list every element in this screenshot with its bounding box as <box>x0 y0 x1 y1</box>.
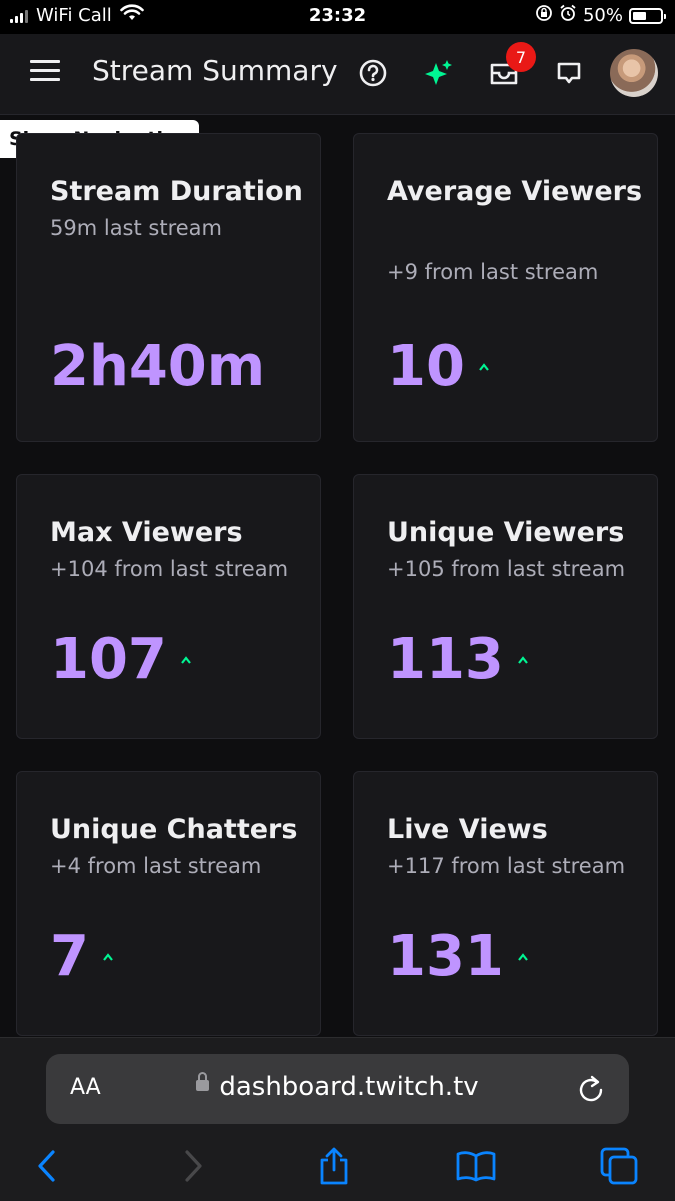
card-unique-chatters: Unique Chatters +4 from last stream 7 <box>16 771 321 1036</box>
card-value: 131 <box>387 924 528 989</box>
trend-up-icon <box>518 952 528 961</box>
trend-up-icon <box>518 655 528 664</box>
url-text: dashboard.twitch.tv <box>219 1072 479 1102</box>
card-live-views: Live Views +117 from last stream 131 <box>353 771 658 1036</box>
card-max-viewers: Max Viewers +104 from last stream 107 <box>16 474 321 739</box>
forward-icon[interactable] <box>171 1144 215 1188</box>
card-stream-duration: Stream Duration 59m last stream 2h40m <box>16 133 321 442</box>
card-value: 7 <box>50 924 113 989</box>
card-value-text: 113 <box>387 627 504 692</box>
url-display[interactable]: dashboard.twitch.tv <box>46 1072 629 1102</box>
card-value-text: 10 <box>387 334 465 399</box>
card-title: Unique Chatters <box>50 814 298 845</box>
status-bar: WiFi Call 23:32 50% <box>0 0 675 34</box>
card-value-text: 131 <box>387 924 504 989</box>
notification-badge: 7 <box>506 42 536 72</box>
trend-up-icon <box>103 952 113 961</box>
card-value-text: 2h40m <box>50 334 266 399</box>
card-title: Live Views <box>387 814 548 845</box>
alarm-icon <box>559 4 577 27</box>
page-title: Stream Summary <box>92 54 338 87</box>
orientation-lock-icon <box>535 4 553 27</box>
card-subtitle: 59m last stream <box>50 216 222 240</box>
trend-up-icon <box>479 362 489 371</box>
help-icon[interactable] <box>356 56 390 90</box>
card-subtitle: +104 from last stream <box>50 557 289 581</box>
card-subtitle: +4 from last stream <box>50 854 262 878</box>
trend-up-icon <box>181 655 191 664</box>
lock-icon <box>196 1072 210 1091</box>
card-title: Stream Duration <box>50 176 303 207</box>
menu-icon[interactable] <box>30 60 60 84</box>
back-icon[interactable] <box>25 1144 69 1188</box>
bookmarks-icon[interactable] <box>454 1144 498 1188</box>
address-bar[interactable]: AA dashboard.twitch.tv <box>46 1054 629 1124</box>
tabs-icon[interactable] <box>597 1144 641 1188</box>
sparkle-icon[interactable] <box>421 56 455 90</box>
card-value-text: 107 <box>50 627 167 692</box>
card-subtitle: +9 from last stream <box>387 260 599 284</box>
avatar[interactable] <box>610 49 658 97</box>
card-value: 2h40m <box>50 334 265 399</box>
app-header: Stream Summary 7 <box>0 34 675 115</box>
whisper-icon[interactable] <box>552 56 586 90</box>
reload-icon[interactable] <box>577 1073 607 1109</box>
battery-percent: 50% <box>582 5 623 26</box>
card-title: Unique Viewers <box>387 517 625 548</box>
card-subtitle: +105 from last stream <box>387 557 626 581</box>
battery-icon <box>629 7 666 24</box>
card-average-viewers: Average Viewers +9 from last stream 10 <box>353 133 658 442</box>
card-value: 113 <box>387 627 528 692</box>
share-icon[interactable] <box>312 1144 356 1188</box>
card-unique-viewers: Unique Viewers +105 from last stream 113 <box>353 474 658 739</box>
card-title: Average Viewers <box>387 176 643 207</box>
card-subtitle: +117 from last stream <box>387 854 626 878</box>
browser-toolbar: AA dashboard.twitch.tv <box>0 1037 675 1201</box>
card-title: Max Viewers <box>50 517 243 548</box>
card-value: 10 <box>387 334 489 399</box>
card-value-text: 7 <box>50 924 89 989</box>
card-value: 107 <box>50 627 191 692</box>
